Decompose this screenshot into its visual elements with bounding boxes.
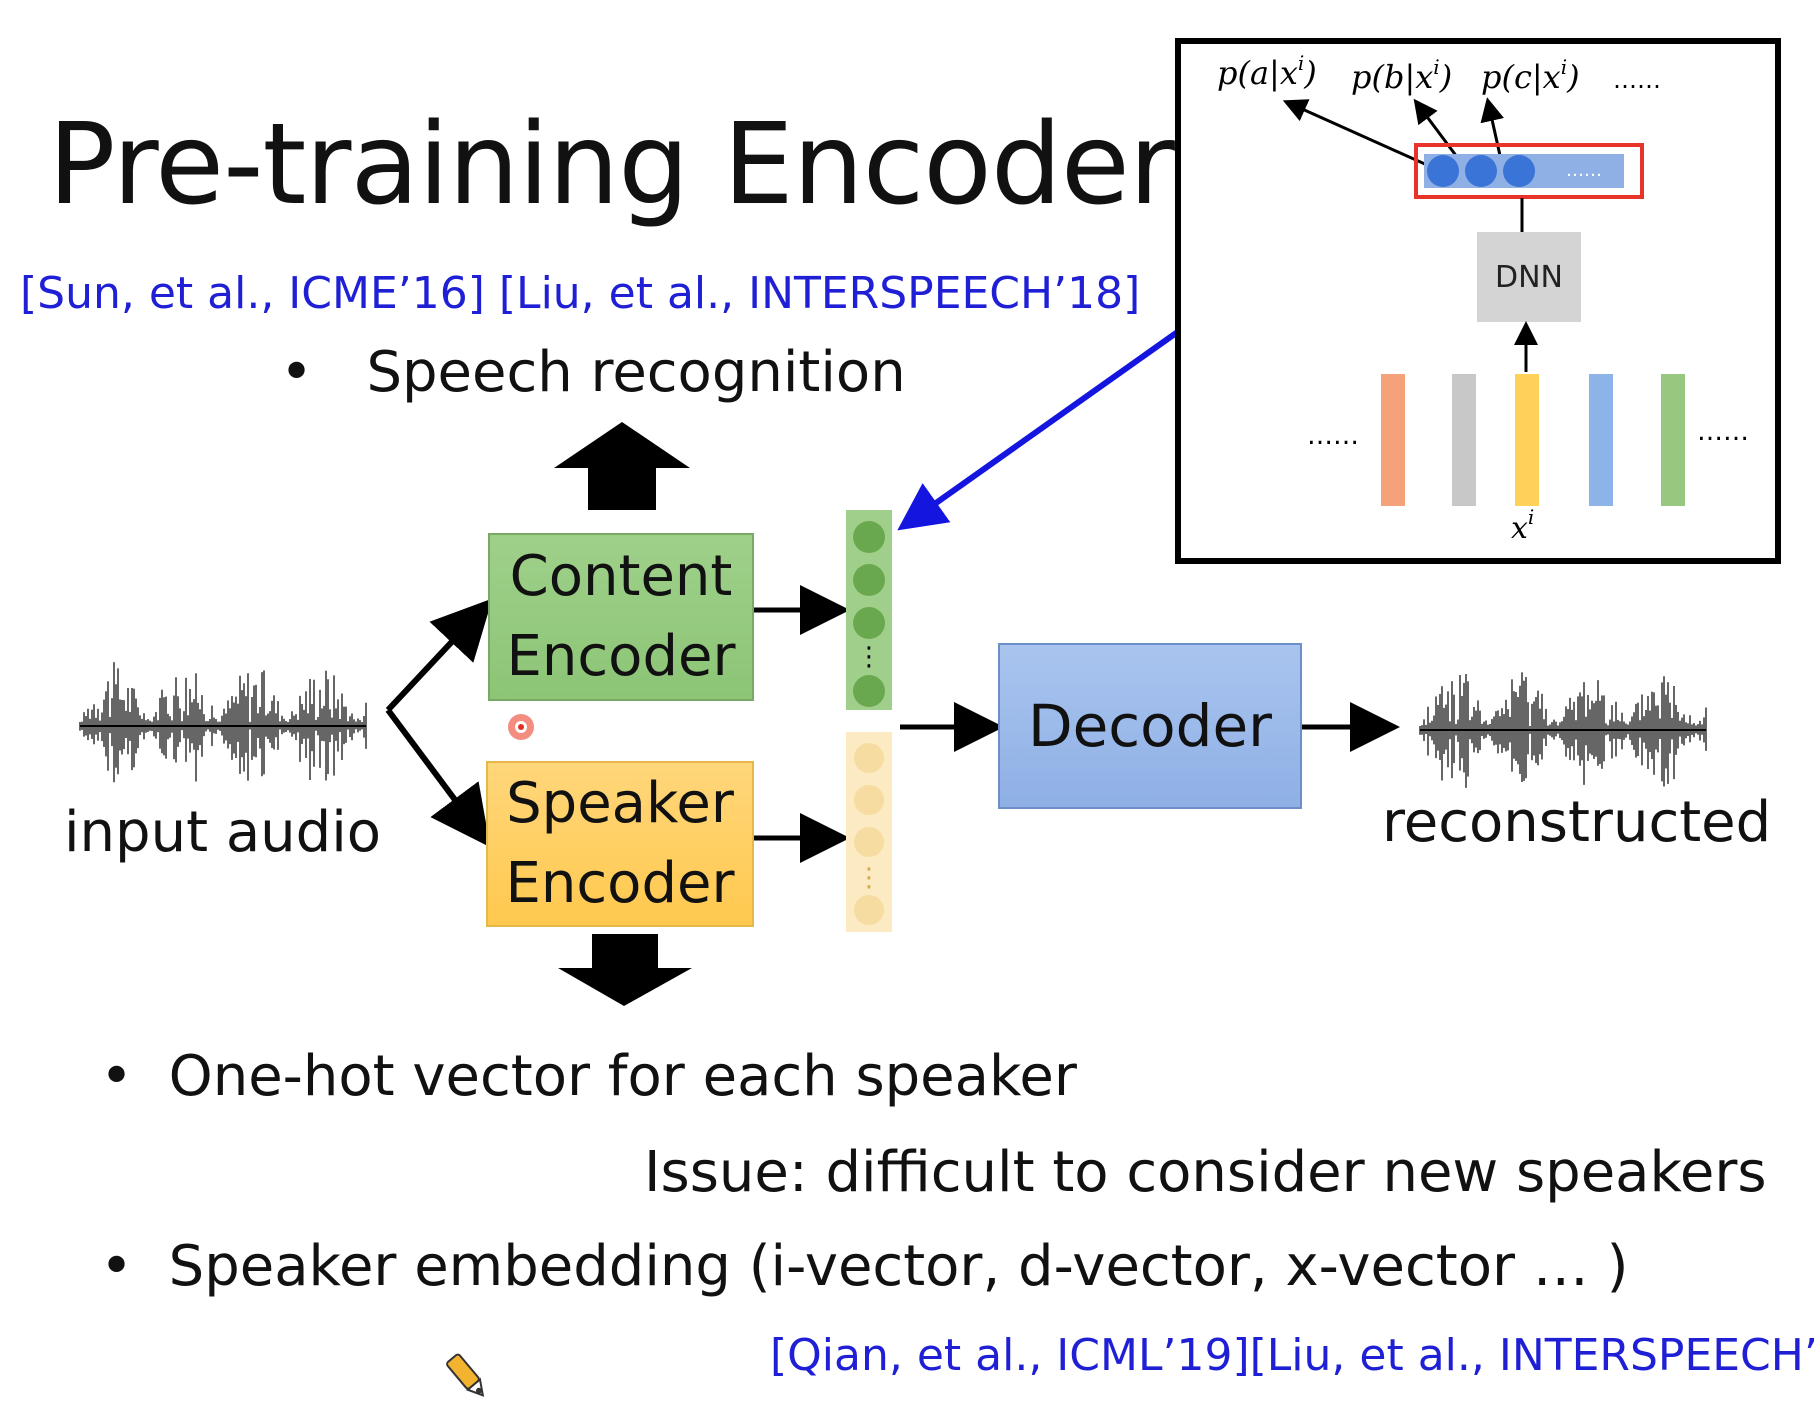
waveform-icon (79, 662, 367, 783)
speaker-vector-unit (854, 827, 884, 857)
content-vector-unit (853, 675, 885, 707)
content-vector-unit (853, 521, 885, 553)
bullet-onehot: • One-hot vector for each speaker (100, 1044, 1077, 1109)
speaker-vector-unit (854, 743, 884, 773)
output-unit (1427, 155, 1459, 187)
prob-a: p(a|xi) (1217, 51, 1317, 92)
speaker-encoder-line2: Encoder (505, 851, 735, 916)
laser-pointer-icon (508, 714, 534, 740)
content-vector-ellipsis: ⋮ (856, 642, 882, 672)
dnn-label: DNN (1495, 260, 1563, 295)
speaker-encoder-line1: Speaker (506, 771, 734, 836)
frames-dots-left: …… (1307, 421, 1359, 451)
prob-b: p(b|xi) (1351, 55, 1452, 96)
bullet-embedding: • Speaker embedding (i-vector, d-vector,… (100, 1234, 1628, 1299)
bullet-dot: • (100, 1234, 169, 1299)
frame-bar (1452, 374, 1476, 506)
output-unit (1503, 155, 1535, 187)
reconstructed-label: reconstructed (1382, 790, 1772, 855)
citation-bottom: [Qian, et al., ICML’19][Liu, et al., INT… (770, 1330, 1820, 1381)
input-audio-label: input audio (64, 800, 382, 865)
speaker-encoder-box: Speaker Encoder (486, 761, 754, 927)
speaker-vector-unit (854, 895, 884, 925)
arrow-up-icon (554, 422, 690, 510)
speaker-vector-unit (854, 785, 884, 815)
arrow-to-speaker-encoder (385, 708, 491, 848)
prob-c: p(c|xi) (1481, 55, 1580, 96)
issue-text: Issue: difficult to consider new speaker… (644, 1140, 1767, 1205)
bullet-embedding-text: Speaker embedding (i-vector, d-vector, x… (168, 1234, 1629, 1299)
inset-panel: p(a|xi) p(b|xi) p(c|xi) …… …… DNN …… …… … (1175, 38, 1781, 564)
content-encoder-box: Content Encoder (488, 533, 754, 701)
bullet-dot: • (100, 1044, 169, 1109)
decoder-label: Decoder (1027, 692, 1273, 760)
frame-bar (1589, 374, 1613, 506)
frame-bar (1515, 374, 1539, 506)
xi-label: xi (1511, 505, 1534, 546)
content-encoder-line1: Content (509, 544, 733, 609)
output-dots: …… (1566, 160, 1602, 181)
waveform-icon (1419, 672, 1707, 788)
content-vector-unit (853, 607, 885, 639)
frames-dots-right: …… (1697, 417, 1749, 447)
prob-dots: …… (1613, 66, 1661, 94)
decoder-box: Decoder (998, 643, 1302, 809)
frame-bar (1381, 374, 1405, 506)
content-vector-unit (853, 564, 885, 596)
inset-canvas: p(a|xi) p(b|xi) p(c|xi) …… …… DNN …… …… … (1217, 51, 1749, 546)
speaker-vector-ellipsis: ⋮ (856, 863, 882, 893)
pen-cursor-icon (446, 1353, 485, 1397)
arrow-down-icon (558, 934, 692, 1006)
content-encoder-line2: Encoder (506, 624, 736, 689)
frame-bar (1661, 374, 1685, 506)
output-unit (1465, 155, 1497, 187)
arrow-to-content-encoder (385, 598, 493, 713)
bullet-onehot-text: One-hot vector for each speaker (168, 1044, 1077, 1109)
